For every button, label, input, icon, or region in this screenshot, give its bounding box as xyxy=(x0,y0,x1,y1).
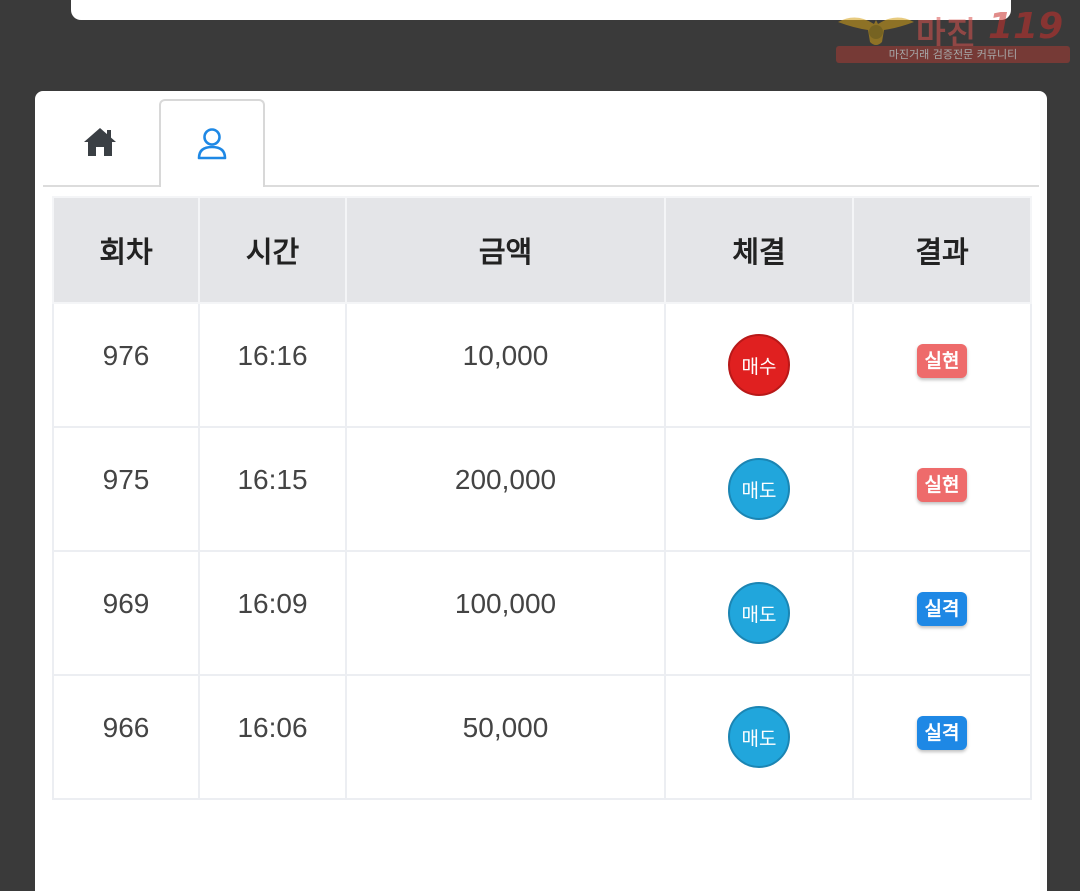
tab-user[interactable] xyxy=(159,99,265,187)
eagle-emblem-icon xyxy=(838,17,914,45)
header-exec: 체결 xyxy=(664,196,854,304)
table-row: 969 16:09 100,000 매도 실격 xyxy=(52,550,1032,676)
history-table-wrap: 회차 시간 금액 체결 결과 976 16:16 10,000 매수 실현 97… xyxy=(52,196,1032,800)
exec-buy-badge: 매수 xyxy=(728,334,790,396)
home-icon xyxy=(84,128,116,156)
user-icon xyxy=(197,128,227,160)
result-cell: 실현 xyxy=(852,426,1032,552)
header-time: 시간 xyxy=(198,196,347,304)
round-cell: 969 xyxy=(52,550,200,676)
main-card: 회차 시간 금액 체결 결과 976 16:16 10,000 매수 실현 97… xyxy=(35,91,1047,891)
exec-cell: 매도 xyxy=(664,426,854,552)
watermark-subtitle: 마진거래 검증전문 커뮤니티 xyxy=(836,46,1070,63)
exec-cell: 매수 xyxy=(664,302,854,428)
result-hit-badge: 실현 xyxy=(916,468,968,502)
result-cell: 실격 xyxy=(852,674,1032,800)
exec-cell: 매도 xyxy=(664,674,854,800)
tab-home[interactable] xyxy=(43,99,157,185)
amount-cell: 10,000 xyxy=(345,302,666,428)
exec-sell-badge: 매도 xyxy=(728,458,790,520)
header-round: 회차 xyxy=(52,196,200,304)
exec-sell-badge: 매도 xyxy=(728,706,790,768)
time-cell: 16:09 xyxy=(198,550,347,676)
round-cell: 976 xyxy=(52,302,200,428)
round-cell: 966 xyxy=(52,674,200,800)
result-hit-badge: 실현 xyxy=(916,344,968,378)
time-cell: 16:16 xyxy=(198,302,347,428)
amount-cell: 100,000 xyxy=(345,550,666,676)
result-cell: 실현 xyxy=(852,302,1032,428)
watermark-logo: 마진 119 마진거래 검증전문 커뮤니티 xyxy=(836,6,1070,63)
time-cell: 16:15 xyxy=(198,426,347,552)
table-row: 966 16:06 50,000 매도 실격 xyxy=(52,674,1032,800)
tab-bar xyxy=(43,99,1039,187)
header-amount: 금액 xyxy=(345,196,666,304)
table-row: 975 16:15 200,000 매도 실현 xyxy=(52,426,1032,552)
amount-cell: 200,000 xyxy=(345,426,666,552)
history-table: 회차 시간 금액 체결 결과 976 16:16 10,000 매수 실현 97… xyxy=(52,196,1032,800)
header-result: 결과 xyxy=(852,196,1032,304)
exec-sell-badge: 매도 xyxy=(728,582,790,644)
result-miss-badge: 실격 xyxy=(916,716,968,750)
table-row: 976 16:16 10,000 매수 실현 xyxy=(52,302,1032,428)
round-cell: 975 xyxy=(52,426,200,552)
time-cell: 16:06 xyxy=(198,674,347,800)
result-miss-badge: 실격 xyxy=(916,592,968,626)
watermark-number: 119 xyxy=(988,6,1064,47)
result-cell: 실격 xyxy=(852,550,1032,676)
exec-cell: 매도 xyxy=(664,550,854,676)
table-header-row: 회차 시간 금액 체결 결과 xyxy=(52,196,1032,304)
amount-cell: 50,000 xyxy=(345,674,666,800)
